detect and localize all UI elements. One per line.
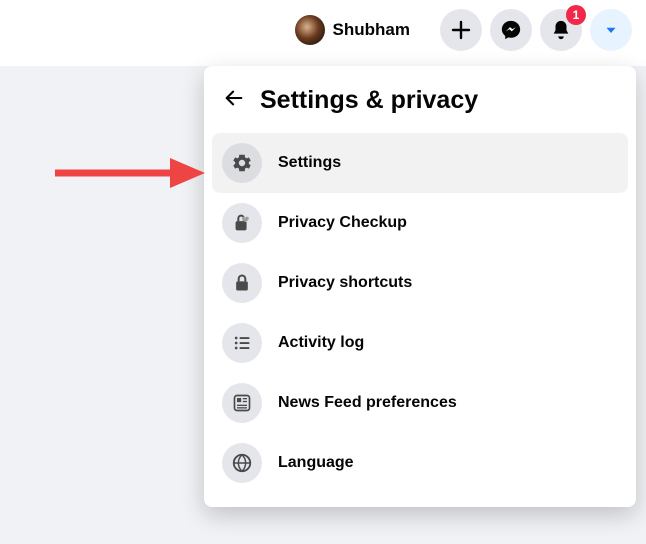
arrow-left-icon bbox=[223, 87, 245, 114]
messenger-icon bbox=[500, 19, 522, 41]
gear-icon bbox=[222, 143, 262, 183]
lock-heart-icon bbox=[222, 203, 262, 243]
menu-item-label: Settings bbox=[278, 154, 341, 172]
lock-icon bbox=[222, 263, 262, 303]
avatar bbox=[295, 15, 325, 45]
menu-item-label: News Feed preferences bbox=[278, 394, 457, 412]
notification-badge: 1 bbox=[566, 5, 586, 25]
menu-item-label: Privacy shortcuts bbox=[278, 274, 412, 292]
messenger-button[interactable] bbox=[490, 9, 532, 51]
profile-name: Shubham bbox=[333, 20, 410, 40]
menu-item-label: Language bbox=[278, 454, 354, 472]
menu-item-news-feed-preferences[interactable]: News Feed preferences bbox=[212, 373, 628, 433]
notifications-button[interactable]: 1 bbox=[540, 9, 582, 51]
back-button[interactable] bbox=[222, 89, 246, 113]
menu-item-privacy-checkup[interactable]: Privacy Checkup bbox=[212, 193, 628, 253]
dropdown-header: Settings & privacy bbox=[212, 76, 628, 133]
account-dropdown-caret[interactable] bbox=[590, 9, 632, 51]
caret-down-icon bbox=[602, 21, 620, 39]
menu-item-settings[interactable]: Settings bbox=[212, 133, 628, 193]
menu-item-label: Activity log bbox=[278, 334, 364, 352]
feed-icon bbox=[222, 383, 262, 423]
menu-item-privacy-shortcuts[interactable]: Privacy shortcuts bbox=[212, 253, 628, 313]
dropdown-title: Settings & privacy bbox=[260, 86, 478, 115]
list-icon bbox=[222, 323, 262, 363]
globe-icon bbox=[222, 443, 262, 483]
plus-icon bbox=[451, 20, 471, 40]
create-button[interactable] bbox=[440, 9, 482, 51]
menu-item-language[interactable]: Language bbox=[212, 433, 628, 493]
settings-privacy-dropdown: Settings & privacy Settings Privacy Chec… bbox=[204, 66, 636, 507]
profile-pill[interactable]: Shubham bbox=[295, 15, 410, 45]
menu-item-activity-log[interactable]: Activity log bbox=[212, 313, 628, 373]
top-bar: Shubham 1 bbox=[0, 0, 646, 60]
menu-item-label: Privacy Checkup bbox=[278, 214, 407, 232]
